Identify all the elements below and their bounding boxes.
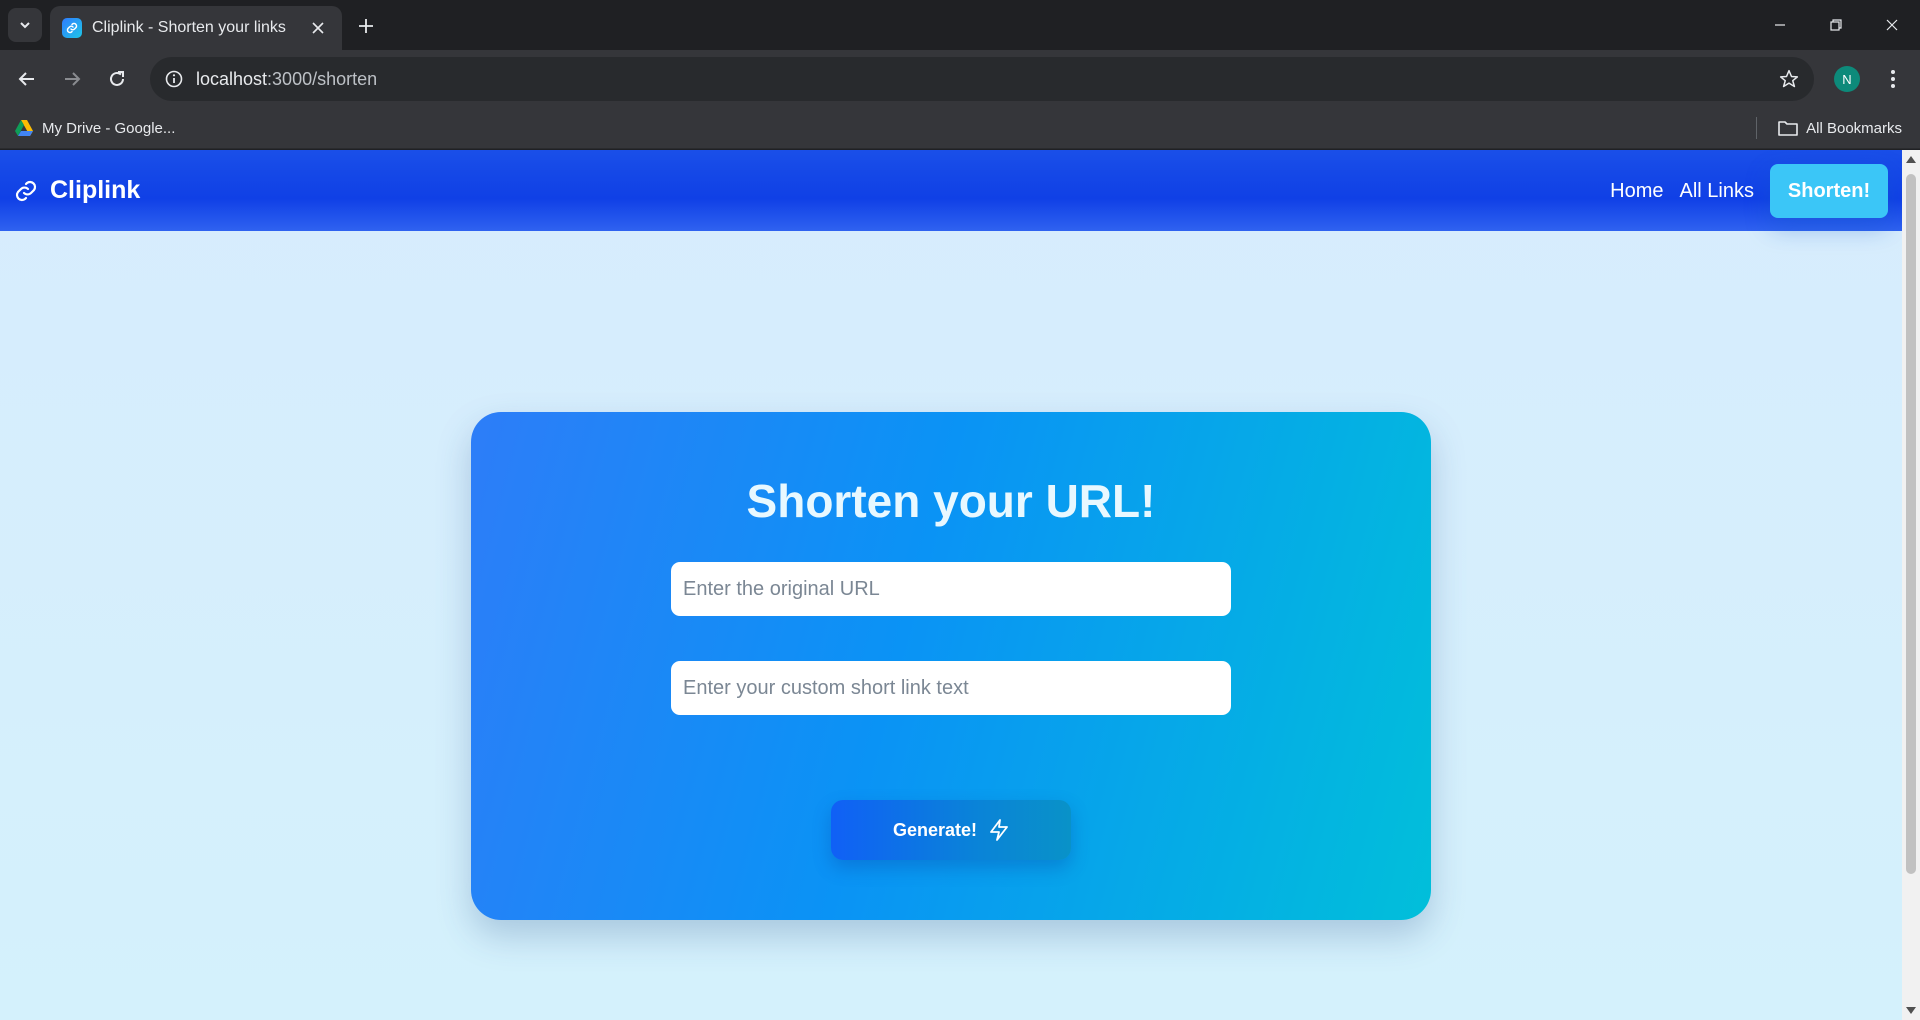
generate-button[interactable]: Generate!: [831, 800, 1071, 860]
link-icon: [14, 178, 40, 204]
nav-link-all-links[interactable]: All Links: [1680, 180, 1754, 203]
google-drive-icon: [15, 120, 33, 136]
browser-toolbar: localhost:3000/shorten N: [0, 50, 1920, 107]
original-url-input[interactable]: [671, 562, 1231, 616]
shorten-nav-button[interactable]: Shorten!: [1770, 164, 1888, 218]
forward-button[interactable]: [55, 62, 89, 96]
page-viewport: Cliplink Home All Links Shorten! Shorten…: [0, 150, 1902, 1020]
all-bookmarks-button[interactable]: All Bookmarks: [1778, 115, 1902, 141]
cliplink-favicon-icon: [62, 18, 82, 38]
close-window-button[interactable]: [1864, 0, 1920, 50]
scroll-down-arrow-icon[interactable]: [1906, 1007, 1916, 1014]
reload-button[interactable]: [100, 62, 134, 96]
custom-short-link-input[interactable]: [671, 661, 1231, 715]
window-controls: [1752, 0, 1920, 50]
tab-title: Cliplink - Shorten your links: [92, 19, 286, 36]
tab-strip: Cliplink - Shorten your links: [0, 0, 1920, 50]
browser-menu-button[interactable]: [1876, 62, 1910, 96]
bookmarks-divider: [1756, 117, 1757, 139]
scrollbar-thumb[interactable]: [1906, 174, 1916, 874]
url-host: localhost: [196, 68, 268, 89]
scroll-up-arrow-icon[interactable]: [1906, 156, 1916, 163]
star-icon: [1779, 69, 1799, 88]
plus-icon: [359, 19, 373, 33]
info-icon: [165, 70, 183, 88]
close-icon: [1886, 19, 1898, 31]
chevron-down-icon: [20, 22, 30, 29]
url-path: :3000/shorten: [267, 68, 378, 89]
brand-name: Cliplink: [50, 176, 141, 204]
bookmark-my-drive[interactable]: My Drive - Google...: [14, 115, 175, 141]
close-tab-button[interactable]: [306, 16, 330, 40]
browser-tab[interactable]: Cliplink - Shorten your links: [50, 6, 342, 50]
back-button[interactable]: [10, 62, 44, 96]
restore-icon: [1830, 19, 1842, 31]
site-navbar: Cliplink Home All Links Shorten!: [0, 150, 1902, 231]
nav-link-home[interactable]: Home: [1610, 180, 1663, 203]
address-bar[interactable]: localhost:3000/shorten: [150, 57, 1814, 101]
arrow-right-icon: [65, 72, 81, 86]
lightning-icon: [989, 819, 1009, 841]
tab-search-button[interactable]: [8, 8, 42, 42]
restore-button[interactable]: [1808, 0, 1864, 50]
close-icon: [312, 22, 324, 34]
url-text: localhost:3000/shorten: [196, 69, 1772, 90]
bookmarks-bar: My Drive - Google... All Bookmarks: [0, 107, 1920, 149]
all-bookmarks-label: All Bookmarks: [1806, 119, 1902, 137]
page-scrollbar[interactable]: [1902, 150, 1920, 1020]
profile-avatar[interactable]: N: [1834, 66, 1860, 92]
form-title: Shorten your URL!: [746, 475, 1156, 527]
generate-label: Generate!: [892, 819, 978, 840]
site-info-button[interactable]: [160, 65, 188, 93]
reload-icon: [110, 71, 124, 86]
shorten-form-card: Shorten your URL! Generate!: [471, 412, 1431, 920]
brand-logo[interactable]: Cliplink: [14, 176, 140, 205]
nav-links: Home All Links Shorten!: [1610, 164, 1888, 218]
bookmark-label: My Drive - Google...: [42, 119, 176, 137]
minimize-button[interactable]: [1752, 0, 1808, 50]
folder-icon: [1778, 121, 1798, 136]
minimize-icon: [1775, 24, 1785, 26]
bookmark-star-button[interactable]: [1772, 62, 1806, 96]
more-vertical-icon: [1891, 70, 1895, 88]
arrow-left-icon: [18, 72, 34, 86]
new-tab-button[interactable]: [352, 12, 380, 40]
